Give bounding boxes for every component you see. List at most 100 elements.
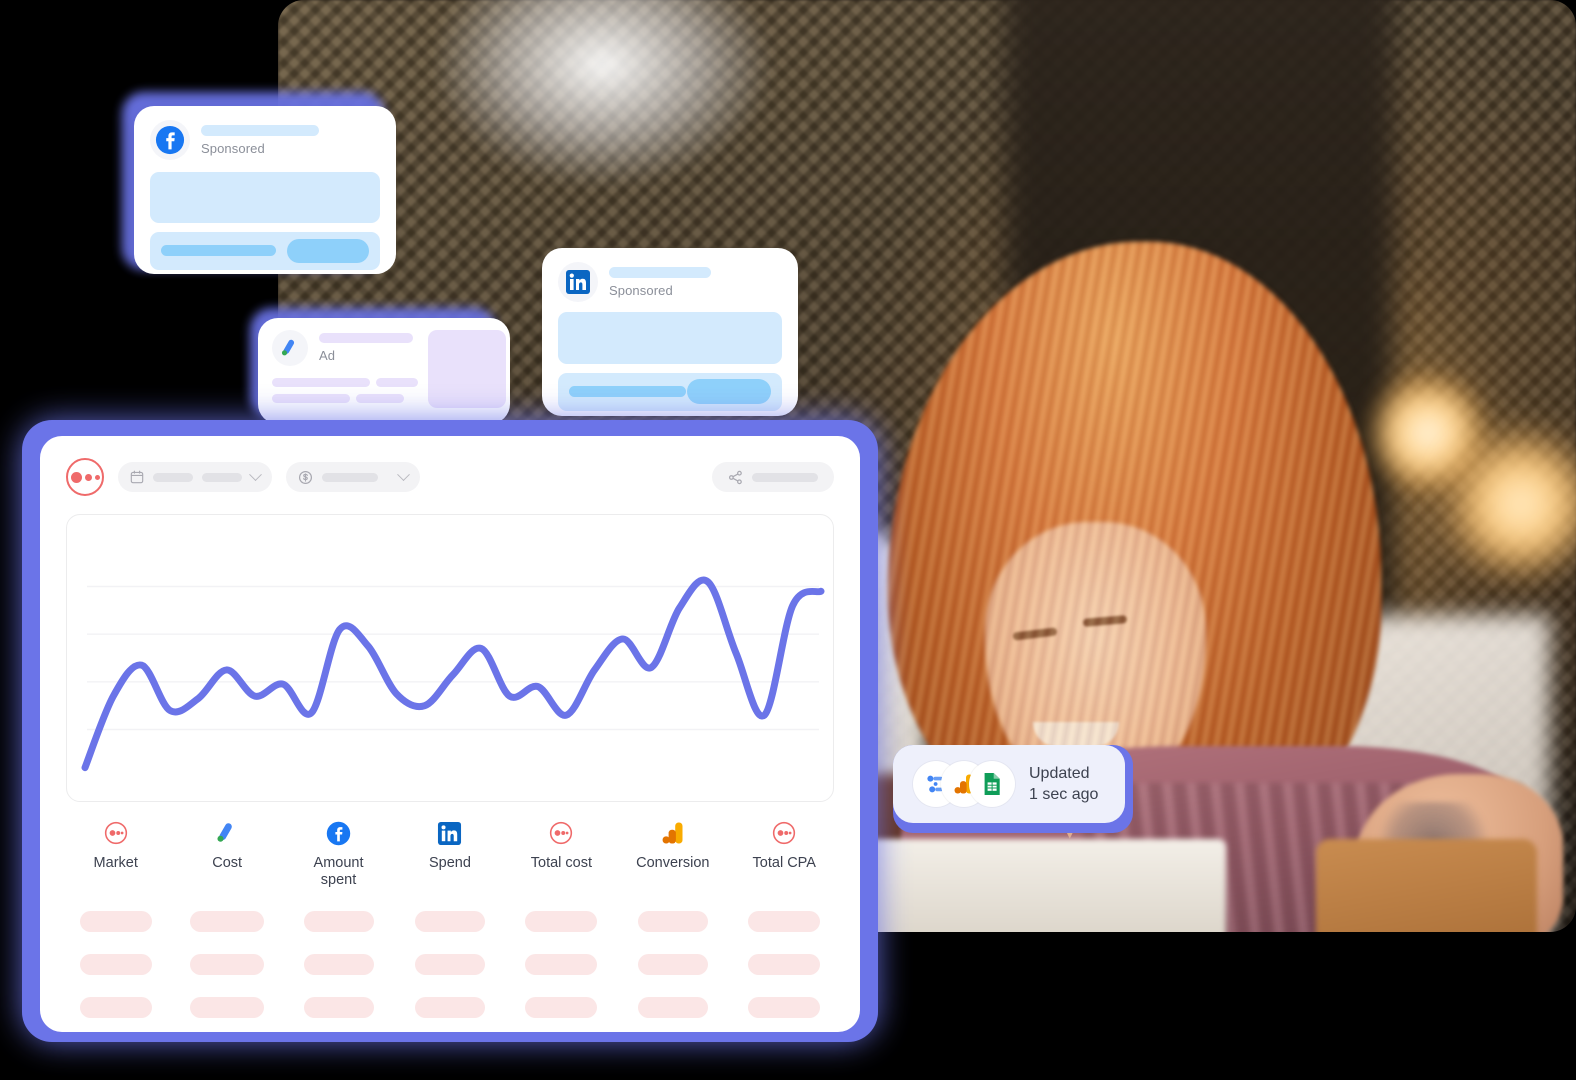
metric-label: Cost [212, 855, 243, 871]
chevron-down-icon [249, 467, 262, 481]
table-row[interactable] [60, 986, 840, 1029]
facebook-ad-cta-button[interactable] [287, 239, 369, 263]
facebook-icon [150, 120, 190, 160]
table-cell-placeholder [79, 954, 152, 976]
linkedin-ad-headline-placeholder [569, 386, 686, 397]
facebook-ad-headline-placeholder [161, 245, 276, 256]
update-badge-text: Updated 1 sec ago [1029, 763, 1098, 805]
google-ads-header: Ad [272, 330, 418, 366]
supermetrics-icon [549, 820, 573, 846]
table-cell-placeholder [303, 954, 374, 976]
linkedin-icon [558, 262, 598, 302]
google-ads-line-4 [356, 394, 404, 403]
metric-column-total-cpa[interactable]: Total CPA [729, 820, 840, 888]
table-cell-placeholder [748, 911, 821, 933]
metric-label: Amount spent [313, 855, 364, 888]
facebook-ad-header: Sponsored [150, 120, 380, 160]
google-ads-line-2 [376, 378, 418, 387]
metric-label: Total cost [530, 855, 593, 871]
metrics-table-body [40, 888, 860, 1032]
facebook-ad-card[interactable]: Sponsored [134, 106, 396, 274]
linkedin-icon [437, 820, 462, 846]
chart-svg [81, 576, 825, 772]
facebook-ad-footer [150, 232, 380, 270]
date-range-value-placeholder [153, 472, 193, 482]
metric-column-market[interactable]: Market [60, 820, 171, 888]
google-sheets-icon [969, 761, 1015, 807]
currency-filter[interactable] [286, 462, 420, 492]
table-row[interactable] [60, 943, 840, 986]
metric-label: Spend [429, 855, 471, 871]
linkedin-ad-header: Sponsored [558, 262, 782, 302]
google-analytics-icon [662, 820, 684, 846]
date-range-filter[interactable] [118, 462, 272, 492]
leather-bag [1316, 838, 1538, 932]
date-range-value-placeholder-2 [202, 472, 242, 482]
calendar-icon [130, 470, 144, 484]
metric-label: Conversion [636, 855, 710, 871]
table-cell-placeholder [414, 954, 485, 976]
table-cell-placeholder [525, 911, 598, 933]
currency-value-placeholder [322, 472, 378, 482]
dollar-circle-icon [298, 470, 313, 484]
google-ads-card[interactable]: Ad [258, 318, 510, 424]
google-ads-label: Ad [319, 348, 336, 363]
share-icon [728, 470, 742, 484]
linkedin-advertiser-name-placeholder [609, 266, 711, 278]
table-cell-placeholder [190, 997, 265, 1019]
table-cell-placeholder [637, 997, 708, 1019]
connected-source-icons [913, 761, 1015, 807]
google-ads-line-1 [272, 378, 370, 387]
supermetrics-icon [772, 820, 796, 846]
update-badge-line-1: Updated [1029, 764, 1090, 782]
table-cell-placeholder [525, 954, 598, 976]
google-ads-thumbnail-placeholder [428, 330, 506, 408]
table-cell-placeholder [748, 997, 821, 1019]
chart-line-series [81, 576, 825, 772]
chart-gridlines [87, 585, 819, 731]
table-cell-placeholder [414, 911, 485, 933]
table-cell-placeholder [303, 911, 374, 933]
google-ads-icon [272, 330, 308, 366]
performance-chart[interactable] [66, 514, 834, 802]
update-status-badge: Updated 1 sec ago [893, 745, 1133, 833]
table-cell-placeholder [525, 997, 598, 1019]
metric-column-spend[interactable]: Spend [394, 820, 505, 888]
metric-label: Market [93, 855, 138, 871]
linkedin-ad-image-placeholder [558, 312, 782, 364]
share-button[interactable] [712, 462, 834, 492]
table-cell-placeholder [748, 954, 821, 976]
table-cell-placeholder [414, 997, 485, 1019]
facebook-sponsored-label: Sponsored [201, 140, 265, 156]
google-ads-advertiser-placeholder [319, 333, 413, 343]
supermetrics-icon [104, 820, 128, 846]
table-cell-placeholder [303, 997, 374, 1019]
metric-column-conversion[interactable]: Conversion [617, 820, 728, 888]
table-cell-placeholder [637, 911, 708, 933]
metric-column-total-cost[interactable]: Total cost [506, 820, 617, 888]
table-cell-placeholder [79, 911, 152, 933]
table-cell-placeholder [79, 997, 152, 1019]
update-badge-line-2: 1 sec ago [1029, 786, 1099, 803]
linkedin-ad-cta-button[interactable] [687, 379, 771, 404]
metric-label: Total CPA [752, 855, 816, 871]
metric-column-cost[interactable]: Cost [171, 820, 282, 888]
facebook-icon [326, 820, 351, 846]
dashboard-content: Market Cost Amount spent Spend Total cos… [40, 436, 860, 1032]
table-row[interactable] [60, 900, 840, 943]
share-label-placeholder [752, 472, 818, 482]
supermetrics-logo[interactable] [66, 458, 104, 496]
chevron-down-icon [397, 467, 410, 481]
metrics-header-row: Market Cost Amount spent Spend Total cos… [40, 802, 860, 888]
dashboard-window: Market Cost Amount spent Spend Total cos… [22, 420, 878, 1042]
screenshot-root: Sponsored Ad Sponsored Market Cost Amoun… [0, 0, 1576, 1080]
google-ads-line-3 [272, 394, 350, 403]
dashboard-toolbar [40, 436, 860, 502]
table-cell-placeholder [190, 911, 265, 933]
facebook-ad-image-placeholder [150, 172, 380, 223]
metric-column-amount-spent[interactable]: Amount spent [283, 820, 394, 888]
table-cell-placeholder [190, 954, 265, 976]
table-row[interactable] [60, 1029, 840, 1032]
linkedin-ad-card[interactable]: Sponsored [542, 248, 798, 416]
linkedin-ad-footer [558, 373, 782, 411]
